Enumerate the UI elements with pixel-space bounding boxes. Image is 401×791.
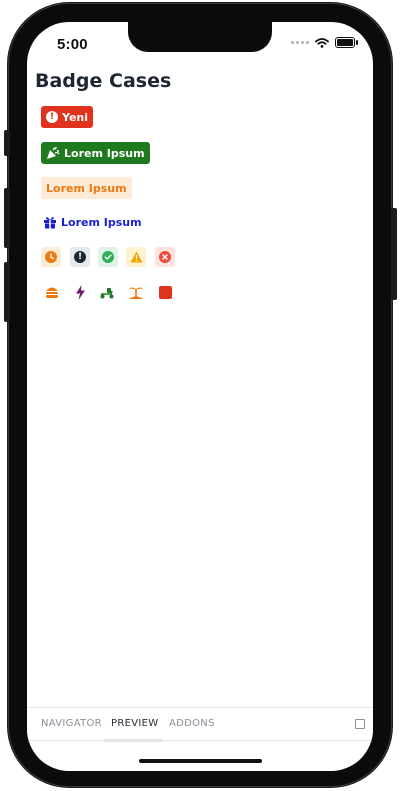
party-popper-icon (47, 147, 60, 159)
tab-navigator[interactable]: NAVIGATOR (41, 718, 102, 729)
mute-switch (4, 130, 10, 156)
island-icon (128, 284, 144, 300)
badge-green-label: Lorem Ipsum (64, 146, 145, 160)
volume-up-button (4, 188, 10, 248)
warning-icon (130, 251, 142, 263)
page-title: Badge Cases (35, 70, 172, 92)
notch (128, 22, 272, 52)
battery-icon (335, 37, 358, 48)
badge-orange-label: Lorem Ipsum (46, 181, 127, 195)
clock-badge (41, 247, 61, 267)
signal-icon (291, 41, 309, 44)
exclamation-circle-icon: ! (46, 111, 58, 123)
home-indicator[interactable] (139, 759, 262, 763)
clock-icon (45, 251, 57, 263)
badge-new: ! Yeni (41, 106, 94, 128)
lightning-icon (72, 284, 88, 300)
burger-icon (44, 284, 60, 300)
tab-preview[interactable]: PREVIEW (111, 718, 158, 729)
gift-icon (44, 217, 56, 229)
volume-down-button (4, 262, 10, 322)
close-icon (159, 251, 171, 263)
badge-green: Lorem Ipsum (41, 142, 150, 164)
badge-new-label: Yeni (62, 110, 89, 124)
wifi-icon (315, 37, 329, 48)
badge-orange: Lorem Ipsum (41, 177, 132, 199)
divider (27, 740, 373, 741)
tab-addons[interactable]: ADDONS (169, 718, 215, 729)
bottom-tab-bar: NAVIGATOR PREVIEW ADDONS (27, 707, 373, 742)
scooter-icon (99, 284, 115, 300)
check-badge (98, 247, 118, 267)
power-button (391, 208, 397, 300)
status-time: 5:00 (57, 36, 88, 53)
stop-square-icon (157, 284, 173, 300)
check-icon (102, 251, 114, 263)
status-indicators (291, 37, 358, 48)
phone-screen: 5:00 Badge Cases ! Yeni Lorem Ipsum Lore… (27, 22, 373, 771)
exclamation-icon: ! (74, 251, 86, 263)
exclamation-badge: ! (70, 247, 90, 267)
close-badge (155, 247, 175, 267)
badge-blue-label: Lorem Ipsum (61, 215, 142, 229)
warning-badge (126, 247, 146, 267)
fullscreen-toggle-icon[interactable] (355, 719, 365, 729)
badge-blue: Lorem Ipsum (41, 211, 147, 233)
